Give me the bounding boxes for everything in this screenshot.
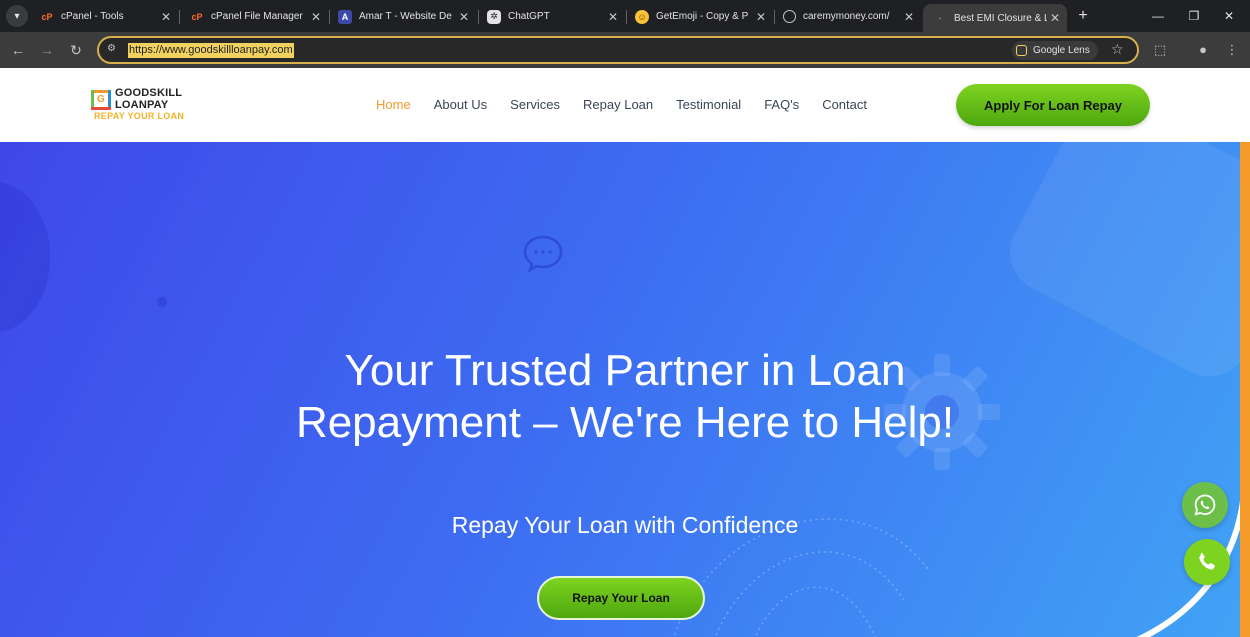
extensions-icon[interactable]: ⬚ [1150, 40, 1170, 60]
nav-home[interactable]: Home [376, 97, 411, 115]
repay-your-loan-button[interactable]: Repay Your Loan [537, 576, 705, 620]
close-tab-icon[interactable]: ✕ [901, 10, 917, 24]
address-bar[interactable]: ⚙ https://www.goodskillloanpay.com Googl… [97, 36, 1139, 64]
cpanel-icon: cP [191, 11, 203, 22]
browser-tab-strip: ▾ cP cPanel - Tools ✕ cP cPanel File Man… [0, 0, 1250, 32]
nav-contact[interactable]: Contact [822, 97, 867, 115]
browser-toolbar: ← → ↻ ⚙ https://www.goodskillloanpay.com… [0, 32, 1250, 68]
close-tab-icon[interactable]: ✕ [753, 10, 769, 24]
browser-tab[interactable]: ☺ GetEmoji - Copy & P ✕ [625, 4, 773, 29]
lens-icon [1016, 45, 1027, 56]
nav-repay-loan[interactable]: Repay Loan [583, 97, 653, 115]
loading-icon: · [938, 13, 942, 23]
close-window-icon[interactable]: ✕ [1216, 6, 1242, 26]
google-lens-button[interactable]: Google Lens [1012, 41, 1098, 60]
browser-tab[interactable]: ✲ ChatGPT ✕ [477, 4, 625, 29]
close-tab-icon[interactable]: ✕ [605, 10, 621, 24]
whatsapp-icon [1194, 494, 1216, 516]
close-tab-icon[interactable]: ✕ [1047, 11, 1063, 25]
browser-tab[interactable]: A Amar T - Website De ✕ [328, 4, 476, 29]
minimize-icon[interactable]: — [1145, 6, 1171, 26]
globe-icon [783, 10, 796, 23]
logo-text-line1: GOODSKILL [115, 87, 183, 99]
restore-icon[interactable]: ❐ [1181, 6, 1207, 26]
new-tab-button[interactable]: + [1074, 6, 1092, 26]
close-tab-icon[interactable]: ✕ [308, 10, 324, 24]
reload-icon[interactable]: ↻ [66, 40, 86, 60]
bookmark-star-icon[interactable]: ☆ [1111, 41, 1124, 58]
chat-bubble-icon [523, 235, 563, 272]
decorative-shape [995, 142, 1250, 391]
hero-title: Your Trusted Partner in Loan Repayment –… [295, 346, 955, 447]
logo-tagline: REPAY YOUR LOAN [94, 111, 185, 121]
nav-about-us[interactable]: About Us [434, 97, 487, 115]
main-nav: Home About Us Services Repay Loan Testim… [376, 97, 890, 115]
app-icon: A [338, 9, 352, 24]
cpanel-icon: cP [41, 11, 53, 22]
profile-icon[interactable]: ● [1193, 40, 1213, 60]
page-edge-accent [1240, 142, 1250, 637]
call-button[interactable] [1184, 539, 1230, 585]
apply-for-loan-repay-button[interactable]: Apply For Loan Repay [956, 84, 1150, 126]
nav-services[interactable]: Services [510, 97, 560, 115]
site-header: G GOODSKILL LOANPAY REPAY YOUR LOAN Home… [0, 68, 1250, 142]
nav-testimonial[interactable]: Testimonial [676, 97, 741, 115]
emoji-icon: ☺ [635, 9, 649, 24]
whatsapp-button[interactable] [1182, 482, 1228, 528]
close-tab-icon[interactable]: ✕ [456, 10, 472, 24]
decorative-dotted-lines [673, 518, 931, 637]
hero-subtitle: Repay Your Loan with Confidence [451, 512, 799, 538]
browser-tab[interactable]: caremymoney.com/ ✕ [773, 4, 921, 29]
site-logo[interactable]: G GOODSKILL LOANPAY REPAY YOUR LOAN [91, 87, 185, 123]
menu-kebab-icon[interactable]: ⋮ [1222, 40, 1242, 60]
chatgpt-icon: ✲ [487, 9, 501, 24]
phone-icon [1199, 553, 1215, 570]
logo-mark: G [91, 90, 111, 110]
nav-faqs[interactable]: FAQ's [764, 97, 799, 115]
browser-tab[interactable]: cP cPanel File Manager ✕ [180, 4, 328, 29]
browser-tab[interactable]: cP cPanel - Tools ✕ [30, 4, 178, 29]
browser-tab-active[interactable]: · Best EMI Closure & L ✕ [923, 4, 1067, 32]
lens-label: Google Lens [1033, 45, 1090, 56]
url-text[interactable]: https://www.goodskillloanpay.com [128, 43, 294, 58]
hero-section: Your Trusted Partner in Loan Repayment –… [0, 142, 1250, 637]
back-arrow-icon[interactable]: ← [8, 40, 28, 60]
tab-search-chevron-icon[interactable]: ▾ [6, 5, 28, 27]
forward-arrow-icon[interactable]: → [37, 40, 57, 60]
decorative-dot [157, 297, 167, 307]
logo-text-line2: LOANPAY [115, 99, 169, 111]
site-settings-icon[interactable]: ⚙ [107, 43, 123, 57]
decorative-shape [0, 182, 50, 332]
close-tab-icon[interactable]: ✕ [158, 10, 174, 24]
